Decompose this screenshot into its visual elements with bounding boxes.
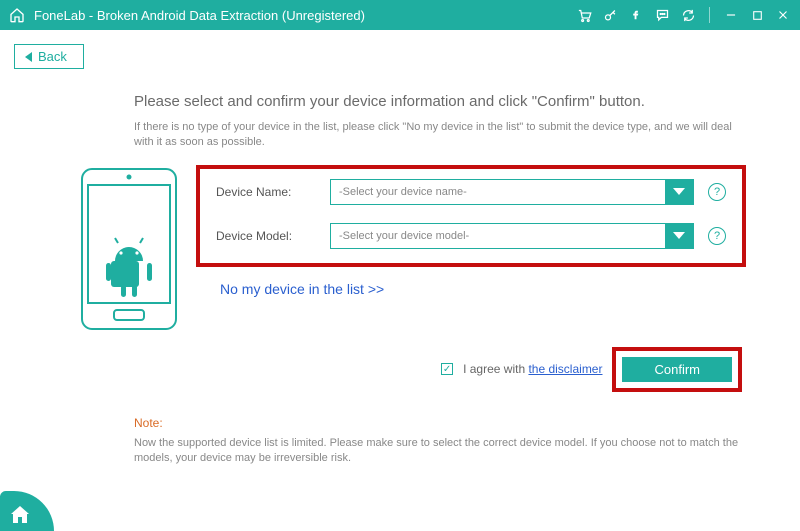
maximize-icon[interactable] bbox=[748, 6, 766, 24]
home-fab[interactable] bbox=[0, 491, 54, 531]
feedback-icon[interactable] bbox=[653, 6, 671, 24]
no-device-link[interactable]: No my device in the list >> bbox=[220, 281, 384, 297]
device-name-select[interactable]: -Select your device name- bbox=[330, 179, 694, 205]
page-subtext: If there is no type of your device in th… bbox=[134, 120, 746, 151]
device-name-value: -Select your device name- bbox=[331, 186, 665, 198]
device-model-select[interactable]: -Select your device model- bbox=[330, 223, 694, 249]
content: Please select and confirm your device in… bbox=[0, 69, 800, 467]
close-icon[interactable] bbox=[774, 6, 792, 24]
facebook-icon[interactable] bbox=[627, 6, 645, 24]
device-model-help-icon[interactable]: ? bbox=[708, 227, 726, 245]
agree-row: ✓ I agree with the disclaimer Confirm bbox=[214, 347, 742, 392]
back-label: Back bbox=[38, 49, 67, 64]
agree-text: I agree with the disclaimer bbox=[463, 362, 602, 376]
agree-prefix: I agree with bbox=[463, 362, 528, 376]
device-model-label: Device Model: bbox=[216, 229, 316, 243]
titlebar: FoneLab - Broken Android Data Extraction… bbox=[0, 0, 800, 30]
cart-icon[interactable] bbox=[575, 6, 593, 24]
window-title: FoneLab - Broken Android Data Extraction… bbox=[34, 8, 575, 23]
note-body: Now the supported device list is limited… bbox=[134, 436, 746, 467]
chevron-down-icon bbox=[665, 223, 693, 249]
phone-illustration bbox=[74, 165, 184, 392]
device-name-label: Device Name: bbox=[216, 185, 316, 199]
confirm-button[interactable]: Confirm bbox=[622, 357, 732, 382]
agree-checkbox[interactable]: ✓ bbox=[441, 363, 453, 375]
device-model-row: Device Model: -Select your device model-… bbox=[216, 223, 726, 249]
device-name-row: Device Name: -Select your device name- ? bbox=[216, 179, 726, 205]
key-icon[interactable] bbox=[601, 6, 619, 24]
titlebar-right bbox=[575, 6, 792, 24]
main-row: Device Name: -Select your device name- ?… bbox=[54, 165, 746, 392]
back-arrow-icon bbox=[25, 52, 32, 62]
back-button[interactable]: Back bbox=[14, 44, 84, 69]
device-model-value: -Select your device model- bbox=[331, 230, 665, 242]
titlebar-separator bbox=[709, 7, 710, 23]
page-heading: Please select and confirm your device in… bbox=[134, 93, 746, 110]
chevron-down-icon bbox=[665, 179, 693, 205]
disclaimer-link[interactable]: the disclaimer bbox=[528, 362, 602, 376]
device-name-help-icon[interactable]: ? bbox=[708, 183, 726, 201]
confirm-highlight: Confirm bbox=[612, 347, 742, 392]
home-icon[interactable] bbox=[8, 6, 26, 24]
note-heading: Note: bbox=[134, 416, 746, 430]
device-form-highlight: Device Name: -Select your device name- ?… bbox=[196, 165, 746, 267]
form-column: Device Name: -Select your device name- ?… bbox=[214, 165, 746, 392]
refresh-icon[interactable] bbox=[679, 6, 697, 24]
minimize-icon[interactable] bbox=[722, 6, 740, 24]
